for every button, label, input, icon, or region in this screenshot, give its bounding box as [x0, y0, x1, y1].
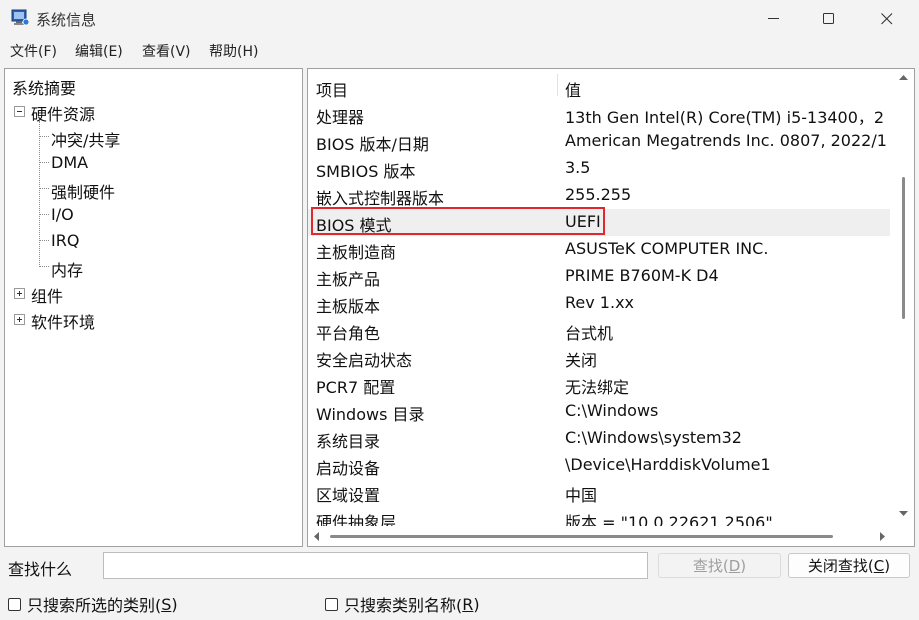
- row-item: 平台角色: [316, 324, 381, 343]
- find-what-input[interactable]: [103, 552, 648, 579]
- column-header-value[interactable]: 值: [565, 77, 581, 101]
- row-value: 中国: [565, 486, 598, 505]
- row-item: 区域设置: [316, 486, 381, 505]
- menu-help[interactable]: 帮助(H): [209, 41, 258, 61]
- row-value: PRIME B760M-K D4: [565, 266, 719, 285]
- minimize-button[interactable]: [745, 0, 803, 38]
- find-button[interactable]: 查找(D): [658, 553, 781, 578]
- title-bar: 系统信息: [0, 0, 919, 38]
- row-item: Windows 目录: [316, 405, 425, 424]
- tree-item-dma[interactable]: DMA: [51, 153, 88, 172]
- row-item: 系统目录: [316, 432, 381, 451]
- row-value: ASUSTeK COMPUTER INC.: [565, 239, 769, 258]
- row-value: 关闭: [565, 351, 598, 370]
- expand-icon[interactable]: [14, 314, 25, 325]
- horizontal-scrollbar[interactable]: [308, 526, 914, 546]
- row-value: C:\Windows: [565, 401, 659, 420]
- tree-item-forced-hardware[interactable]: 强制硬件: [51, 179, 115, 203]
- table-row[interactable]: 主板制造商 ASUSTeK COMPUTER INC.: [308, 236, 890, 263]
- row-value: American Megatrends Inc. 0807, 2022/1: [565, 131, 887, 150]
- vertical-scrollbar[interactable]: [894, 69, 914, 524]
- tree-connector: [39, 162, 49, 163]
- search-selected-category-checkbox[interactable]: 只搜索所选的类别(S): [8, 592, 178, 616]
- details-list[interactable]: 项目 值 处理器 13th Gen Intel(R) Core(TM) i5-13…: [307, 68, 915, 547]
- vertical-scroll-thumb[interactable]: [902, 177, 905, 319]
- table-row[interactable]: 区域设置 中国: [308, 479, 890, 506]
- category-tree[interactable]: 系统摘要 硬件资源 冲突/共享 DMA 强制硬件 I/O IRQ 内存 组件 软…: [4, 68, 303, 547]
- row-item: 主板产品: [316, 270, 381, 289]
- table-row[interactable]: Windows 目录 C:\Windows: [308, 398, 890, 425]
- table-row[interactable]: 主板产品 PRIME B760M-K D4: [308, 263, 890, 290]
- column-header-item[interactable]: 项目: [316, 77, 348, 101]
- tree-connector: [39, 214, 49, 215]
- table-row[interactable]: 处理器 13th Gen Intel(R) Core(TM) i5-13400，2: [308, 101, 890, 128]
- row-value: C:\Windows\system32: [565, 428, 742, 447]
- table-row[interactable]: 系统目录 C:\Windows\system32: [308, 425, 890, 452]
- row-value: 255.255: [565, 185, 632, 204]
- checkbox-icon[interactable]: [8, 597, 21, 611]
- scroll-up-arrow-icon: [899, 75, 908, 80]
- minimize-icon: [768, 18, 779, 19]
- tree-item-hardware-resources[interactable]: 硬件资源: [31, 101, 95, 125]
- find-what-label: 查找什么: [8, 560, 73, 579]
- collapse-icon[interactable]: [14, 106, 25, 117]
- row-item: SMBIOS 版本: [316, 162, 416, 181]
- maximize-button[interactable]: [800, 0, 858, 38]
- tree-item-system-summary[interactable]: 系统摘要: [12, 75, 77, 99]
- tree-connector: [39, 121, 40, 267]
- table-row[interactable]: PCR7 配置 无法绑定: [308, 371, 890, 398]
- window-title: 系统信息: [36, 11, 97, 29]
- menu-bar: 文件(F) 编辑(E) 查看(V) 帮助(H): [0, 38, 919, 64]
- row-value: 台式机: [565, 324, 614, 343]
- row-value: Rev 1.xx: [565, 293, 634, 312]
- table-row[interactable]: 平台角色 台式机: [308, 317, 890, 344]
- tree-item-conflicts[interactable]: 冲突/共享: [51, 127, 120, 151]
- tree-item-software-environment[interactable]: 软件环境: [31, 309, 95, 333]
- scroll-right-arrow-icon: [880, 532, 885, 541]
- row-item: 嵌入式控制器版本: [316, 189, 445, 208]
- system-info-app-icon: [11, 9, 30, 26]
- row-value: 无法绑定: [565, 378, 630, 397]
- tree-item-components[interactable]: 组件: [31, 283, 63, 307]
- table-row[interactable]: SMBIOS 版本 3.5: [308, 155, 890, 182]
- close-button[interactable]: [858, 0, 916, 38]
- tree-item-memory[interactable]: 内存: [51, 257, 83, 281]
- table-row[interactable]: 嵌入式控制器版本 255.255: [308, 182, 890, 209]
- row-item: 主板制造商: [316, 243, 397, 262]
- row-item: 处理器: [316, 108, 365, 127]
- row-item: 主板版本: [316, 297, 381, 316]
- menu-file[interactable]: 文件(F): [10, 41, 57, 61]
- tree-item-irq[interactable]: IRQ: [51, 231, 79, 250]
- row-item: 安全启动状态: [316, 351, 413, 370]
- row-value: 13th Gen Intel(R) Core(TM) i5-13400，2: [565, 108, 885, 127]
- tree-connector: [39, 266, 49, 267]
- column-divider[interactable]: [557, 74, 558, 96]
- row-item: 启动设备: [316, 459, 381, 478]
- table-row[interactable]: 主板版本 Rev 1.xx: [308, 290, 890, 317]
- menu-edit[interactable]: 编辑(E): [75, 41, 123, 61]
- scroll-down-arrow-icon: [899, 511, 908, 516]
- maximize-icon: [823, 13, 834, 24]
- table-row[interactable]: 启动设备 \Device\HarddiskVolume1: [308, 452, 890, 479]
- close-icon: [881, 13, 893, 25]
- scroll-left-arrow-icon: [314, 532, 319, 541]
- table-row[interactable]: BIOS 版本/日期 American Megatrends Inc. 0807,…: [308, 128, 890, 155]
- expand-icon[interactable]: [14, 288, 25, 299]
- checkbox-icon[interactable]: [325, 597, 338, 611]
- row-value: \Device\HarddiskVolume1: [565, 455, 771, 474]
- row-item: PCR7 配置: [316, 378, 396, 397]
- tree-connector: [39, 136, 49, 137]
- horizontal-scroll-thumb[interactable]: [330, 535, 833, 538]
- menu-view[interactable]: 查看(V): [142, 41, 191, 61]
- table-row[interactable]: 安全启动状态 关闭: [308, 344, 890, 371]
- row-value: 3.5: [565, 158, 591, 177]
- search-category-names-checkbox[interactable]: 只搜索类别名称(R): [325, 592, 480, 616]
- tree-connector: [39, 188, 49, 189]
- close-find-button[interactable]: 关闭查找(C): [788, 553, 910, 578]
- highlight-annotation-box: [311, 207, 605, 235]
- row-item: BIOS 版本/日期: [316, 135, 429, 154]
- tree-item-io[interactable]: I/O: [51, 205, 74, 224]
- tree-connector: [39, 240, 49, 241]
